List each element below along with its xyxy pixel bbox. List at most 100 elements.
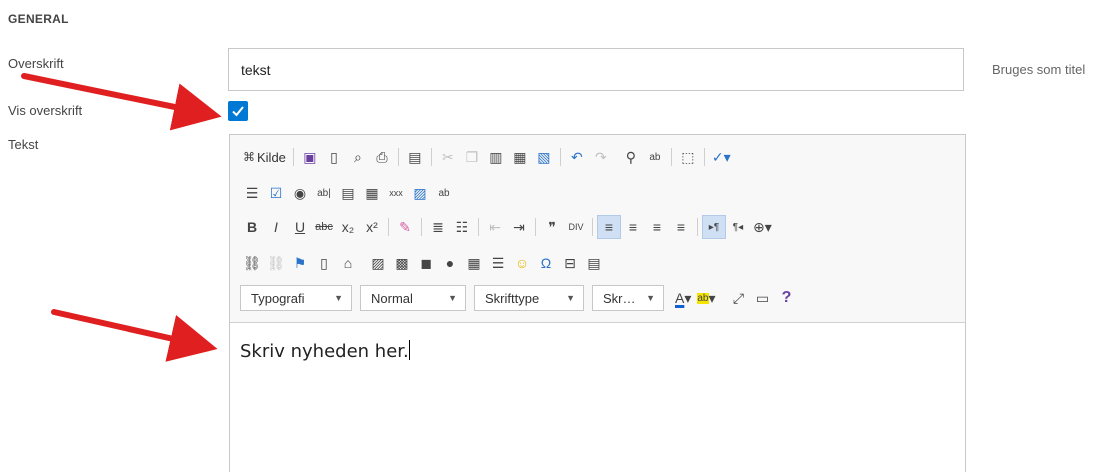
outdent-icon[interactable]: ⇤: [483, 215, 507, 239]
text-label: Tekst: [8, 137, 39, 152]
language-icon[interactable]: ⊕▾: [750, 215, 775, 239]
size-dropdown[interactable]: Skr… ▼: [592, 285, 664, 311]
form-icon[interactable]: ☰: [240, 181, 264, 205]
replace-icon[interactable]: ab: [643, 145, 667, 169]
background-color-icon[interactable]: ab ▾: [694, 286, 718, 310]
textfield-icon[interactable]: ab|: [312, 181, 336, 205]
preview-icon[interactable]: ⌕: [346, 145, 370, 169]
size-dropdown-value: Skr…: [603, 290, 636, 306]
select-field-icon[interactable]: ▦: [360, 181, 384, 205]
numbered-list-icon[interactable]: ≣: [426, 215, 450, 239]
flash-icon[interactable]: ▩: [390, 251, 414, 275]
editor-toolbar: ⌘ Kilde ▣ ▯ ⌕ ⎙ ▤ ✂ ❐ ▥ ▦ ▧ ↶ ↷ ⚲ ab ⬚ ✓…: [230, 135, 965, 323]
align-right-icon[interactable]: ≡: [645, 215, 669, 239]
heading-label: Overskrift: [8, 56, 64, 71]
checkbox-icon[interactable]: ☑: [264, 181, 288, 205]
toolbar-separator: [703, 148, 705, 166]
templates-icon[interactable]: ▤: [403, 145, 427, 169]
radio-icon[interactable]: ◉: [288, 181, 312, 205]
text-caret: [408, 340, 410, 360]
unlink-icon[interactable]: ⛓: [264, 251, 288, 275]
cut-icon[interactable]: ✂: [436, 145, 460, 169]
subscript-icon[interactable]: x₂: [336, 215, 360, 239]
print-icon[interactable]: ⎙: [370, 145, 394, 169]
spellcheck-icon[interactable]: ✓▾: [709, 145, 734, 169]
hidden-field-icon[interactable]: ab: [432, 181, 456, 205]
table-icon[interactable]: ▦: [462, 251, 486, 275]
format-dropdown[interactable]: Typografi ▼: [240, 285, 352, 311]
heading-hint: Bruges som titel: [992, 62, 1086, 77]
select-all-icon[interactable]: ⬚: [676, 145, 700, 169]
new-page-icon[interactable]: ▯: [322, 145, 346, 169]
toolbar-separator: [670, 148, 672, 166]
toolbar-separator: [592, 218, 593, 236]
toolbar-separator: [292, 148, 294, 166]
show-heading-label: Vis overskrift: [8, 103, 83, 118]
red-arrow-icon: [51, 309, 218, 362]
source-code-icon: ⌘: [243, 150, 255, 164]
italic-icon[interactable]: I: [264, 215, 288, 239]
maximize-icon[interactable]: ⤢: [727, 286, 751, 310]
font-dropdown[interactable]: Skrifttype ▼: [474, 285, 584, 311]
format-dropdown-value: Typografi: [251, 290, 305, 306]
image-icon[interactable]: ▨: [366, 251, 390, 275]
underline-icon[interactable]: U: [288, 215, 312, 239]
heading-input[interactable]: [228, 48, 964, 91]
style-dropdown-value: Normal: [371, 290, 413, 306]
undo-icon[interactable]: ↶: [565, 145, 589, 169]
button-field-icon[interactable]: xxx: [384, 181, 408, 205]
blockquote-icon[interactable]: ❞: [540, 215, 564, 239]
bold-icon[interactable]: B: [240, 215, 264, 239]
toolbar-separator: [478, 218, 479, 236]
align-center-icon[interactable]: ≡: [621, 215, 645, 239]
anchor-icon[interactable]: ⚑: [288, 251, 312, 275]
style-dropdown[interactable]: Normal ▼: [360, 285, 466, 311]
link-icon[interactable]: ⛓: [240, 251, 264, 275]
media-icon[interactable]: ●: [438, 251, 462, 275]
help-icon[interactable]: ?: [775, 286, 799, 310]
toolbar-row-1: ⌘ Kilde ▣ ▯ ⌕ ⎙ ▤ ✂ ❐ ▥ ▦ ▧ ↶ ↷ ⚲ ab ⬚ ✓…: [240, 144, 734, 170]
rich-text-editor: ⌘ Kilde ▣ ▯ ⌕ ⎙ ▤ ✂ ❐ ▥ ▦ ▧ ↶ ↷ ⚲ ab ⬚ ✓…: [229, 134, 966, 472]
save-icon[interactable]: ▣: [298, 145, 322, 169]
smiley-icon[interactable]: ☺: [510, 251, 534, 275]
paste-text-icon[interactable]: ▦: [508, 145, 532, 169]
image-button-icon[interactable]: ▨: [408, 181, 432, 205]
text-color-icon[interactable]: A ▾: [672, 286, 694, 310]
superscript-icon[interactable]: x²: [360, 215, 384, 239]
toolbar-separator: [421, 218, 422, 236]
find-icon[interactable]: ⚲: [619, 145, 643, 169]
bulleted-list-icon[interactable]: ☷: [450, 215, 474, 239]
div-container-icon[interactable]: DIV: [564, 215, 588, 239]
toolbar-row-5: Typografi ▼ Normal ▼ Skrifttype ▼ Skr… ▼…: [240, 285, 799, 311]
editor-content[interactable]: Skriv nyheden her.: [230, 324, 965, 472]
redo-icon[interactable]: ↷: [589, 145, 613, 169]
ltr-icon[interactable]: ▸¶: [702, 215, 726, 239]
strikethrough-icon[interactable]: abc: [312, 215, 336, 239]
show-blocks-icon[interactable]: ▭: [751, 286, 775, 310]
justify-icon[interactable]: ≡: [669, 215, 693, 239]
paste-icon[interactable]: ▥: [484, 145, 508, 169]
chevron-down-icon: ▼: [646, 293, 655, 303]
paste-word-icon[interactable]: ▧: [532, 145, 556, 169]
textarea-icon[interactable]: ▤: [336, 181, 360, 205]
document-icon[interactable]: ▯: [312, 251, 336, 275]
copy-icon[interactable]: ❐: [460, 145, 484, 169]
toolbar-separator: [559, 148, 561, 166]
toolbar-separator: [388, 218, 389, 236]
special-char-icon[interactable]: Ω: [534, 251, 558, 275]
horizontal-line-icon[interactable]: ☰: [486, 251, 510, 275]
page-break-icon[interactable]: ⊟: [558, 251, 582, 275]
align-left-icon[interactable]: ≡: [597, 215, 621, 239]
iframe-icon[interactable]: ◼: [414, 251, 438, 275]
indent-icon[interactable]: ⇥: [507, 215, 531, 239]
chevron-down-icon: ▼: [334, 293, 343, 303]
source-button[interactable]: ⌘ Kilde: [240, 145, 289, 169]
folder-icon[interactable]: ⌂: [336, 251, 360, 275]
insert-file-icon[interactable]: ▤: [582, 251, 606, 275]
rtl-icon[interactable]: ¶◂: [726, 215, 750, 239]
remove-format-icon[interactable]: ✎: [393, 215, 417, 239]
toolbar-separator: [697, 218, 698, 236]
editor-text: Skriv nyheden her.: [240, 341, 409, 362]
show-heading-checkbox[interactable]: [228, 101, 248, 121]
chevron-down-icon: ▼: [566, 293, 575, 303]
